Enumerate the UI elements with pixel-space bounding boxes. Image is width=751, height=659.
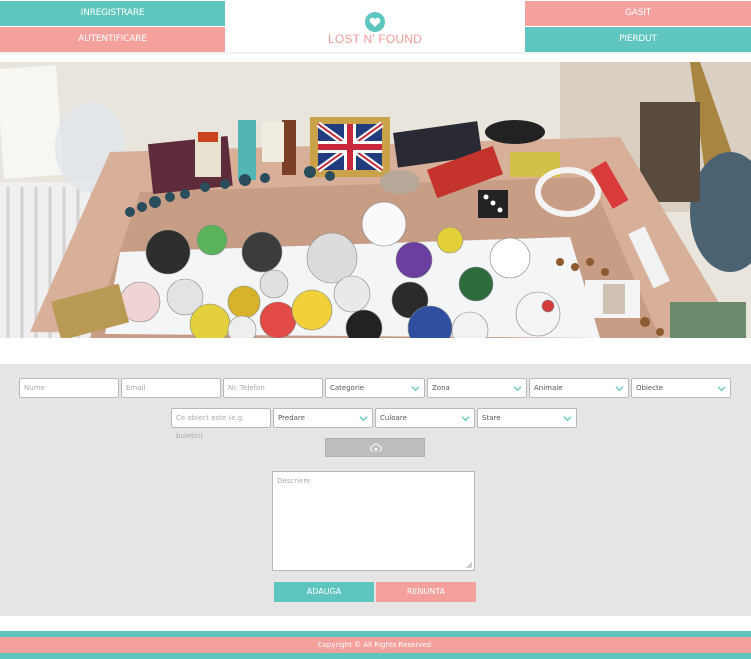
color-select-value: Culoare bbox=[380, 414, 407, 422]
logo-text: LOST N' FOUND bbox=[327, 32, 422, 46]
resize-grip-icon[interactable] bbox=[466, 562, 473, 569]
zone-select[interactable]: Zona bbox=[427, 378, 527, 398]
animals-select[interactable]: Animale bbox=[529, 378, 629, 398]
hero-photo bbox=[0, 62, 751, 338]
lost-button[interactable]: PIERDUT bbox=[525, 27, 751, 52]
zone-select-value: Zona bbox=[432, 384, 450, 392]
color-select[interactable]: Culoare bbox=[375, 408, 475, 428]
hero-image bbox=[0, 62, 751, 338]
email-input[interactable]: Email bbox=[121, 378, 221, 398]
page: INREGISTRARE AUTENTIFICARE LOST N' FOUND… bbox=[0, 0, 751, 659]
category-select[interactable]: Categorie bbox=[325, 378, 425, 398]
chevron-down-icon bbox=[411, 386, 420, 392]
phone-input[interactable]: Nr. Telefon bbox=[223, 378, 323, 398]
chevron-down-icon bbox=[513, 386, 522, 392]
objects-select[interactable]: Obiecte bbox=[631, 378, 731, 398]
animals-select-value: Animale bbox=[534, 384, 563, 392]
found-button[interactable]: GASIT bbox=[525, 1, 751, 26]
breed-select-value: Predare bbox=[278, 414, 305, 422]
add-button[interactable]: ADAUGA bbox=[274, 582, 374, 602]
objects-select-value: Obiecte bbox=[636, 384, 664, 392]
footer-stripe-bottom bbox=[0, 653, 751, 659]
chevron-down-icon bbox=[359, 416, 368, 422]
status-select-value: Stare bbox=[482, 414, 501, 422]
name-input[interactable]: Nume bbox=[19, 378, 119, 398]
register-button[interactable]: INREGISTRARE bbox=[0, 1, 225, 26]
heart-icon bbox=[365, 12, 385, 32]
description-textarea[interactable]: Descriere bbox=[272, 471, 475, 571]
footer-copyright: Copyright © All Rights Reserved. bbox=[0, 637, 751, 653]
description-placeholder: Descriere bbox=[277, 477, 311, 485]
upload-button[interactable] bbox=[325, 438, 425, 457]
breed-select[interactable]: Predare bbox=[273, 408, 373, 428]
chevron-down-icon bbox=[615, 386, 624, 392]
cloud-upload-icon bbox=[370, 443, 382, 452]
object-description-input[interactable]: Ce obiect este (e.g. buletin) bbox=[171, 408, 271, 440]
cancel-button[interactable]: RENUNTA bbox=[376, 582, 476, 602]
status-select[interactable]: Stare bbox=[477, 408, 577, 428]
login-button[interactable]: AUTENTIFICARE bbox=[0, 27, 225, 52]
category-select-value: Categorie bbox=[330, 384, 365, 392]
header-divider bbox=[0, 52, 751, 54]
chevron-down-icon bbox=[563, 416, 572, 422]
chevron-down-icon bbox=[717, 386, 726, 392]
chevron-down-icon bbox=[461, 416, 470, 422]
header: INREGISTRARE AUTENTIFICARE LOST N' FOUND… bbox=[0, 0, 751, 52]
